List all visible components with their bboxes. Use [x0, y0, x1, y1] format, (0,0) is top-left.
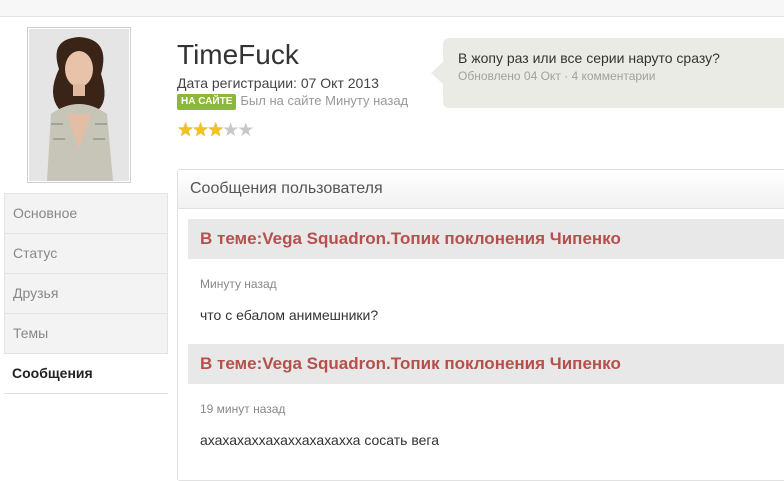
side-nav: Основное Статус Друзья Темы Сообщения	[4, 193, 168, 394]
message-time: Минуту назад	[200, 277, 277, 291]
username: TimeFuck	[177, 39, 299, 70]
messages-panel: Сообщения пользователя В теме:Vega Squad…	[177, 169, 784, 481]
message-text: что с ебалом анимешники?	[200, 307, 379, 323]
nav-item-status[interactable]: Статус	[4, 234, 168, 274]
nav-item-topics[interactable]: Темы	[4, 314, 168, 354]
status-meta[interactable]: Обновлено 04 Окт · 4 комментарии	[458, 69, 784, 83]
last-seen: Был на сайте Минуту назад	[240, 93, 409, 108]
star-icon: ★	[222, 120, 239, 141]
panel-title: Сообщения пользователя	[178, 170, 784, 209]
nav-item-messages[interactable]: Сообщения	[4, 354, 168, 394]
online-status: НА САЙТЕ Был на сайте Минуту назад	[177, 93, 408, 110]
star-icon: ★	[207, 120, 224, 141]
nav-item-friends[interactable]: Друзья	[4, 274, 168, 314]
topic-link[interactable]: В теме:Vega Squadron.Топик поклонения Чи…	[188, 219, 784, 259]
star-icon: ★	[237, 120, 254, 141]
star-icon: ★	[192, 120, 209, 141]
star-icon: ★	[177, 120, 194, 141]
registration-date: Дата регистрации: 07 Окт 2013	[177, 75, 379, 91]
nav-item-main[interactable]: Основное	[4, 193, 168, 234]
avatar[interactable]	[27, 27, 131, 183]
rating-stars: ★★★★★	[177, 120, 254, 141]
message-time: 19 минут назад	[200, 402, 286, 416]
message-text: ахахахаххахаххахахахха сосать вега	[200, 432, 440, 448]
status-text: В жопу раз или все серии наруто сразу?	[458, 50, 720, 66]
avatar-image	[29, 29, 129, 181]
status-bubble[interactable]: В жопу раз или все серии наруто сразу? О…	[431, 38, 784, 108]
online-badge: НА САЙТЕ	[177, 93, 237, 110]
top-bar	[0, 0, 784, 17]
topic-link[interactable]: В теме:Vega Squadron.Топик поклонения Чи…	[188, 344, 784, 384]
